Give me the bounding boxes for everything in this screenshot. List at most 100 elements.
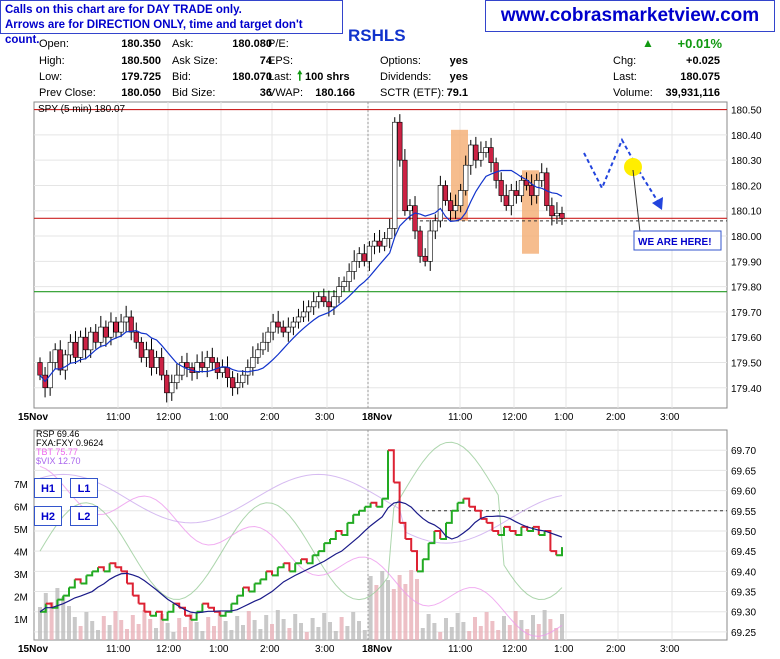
candle-body <box>427 230 433 262</box>
time-tick-label-lower: 15Nov <box>18 644 48 655</box>
dividends-value: yes <box>449 71 468 83</box>
volume-bar <box>287 628 292 640</box>
volume-bar <box>496 630 501 640</box>
rsp-tick-label: 69.40 <box>731 567 756 578</box>
volume-bar <box>362 630 367 640</box>
last-shares-value: 100 shrs <box>305 71 350 83</box>
volume-bar <box>316 627 321 640</box>
chart-symbol: RSHLS <box>348 26 406 45</box>
volume-bar <box>125 629 129 640</box>
candle-body <box>376 240 383 247</box>
price-tick-label: 179.50 <box>731 358 762 369</box>
volume-tick-label: 1M <box>14 615 28 626</box>
price-legend: SPY (5 min) 180.07 <box>38 104 126 115</box>
vix-legend: $VIX 12.70 <box>36 456 81 466</box>
volume-bar <box>507 625 512 640</box>
open-label: Open: <box>39 38 69 50</box>
volume-tick-label: 7M <box>14 480 28 491</box>
volume-bar <box>426 614 431 640</box>
candle-body <box>351 261 357 272</box>
price-tick-label: 180.30 <box>731 156 762 167</box>
candle-body <box>285 326 291 333</box>
candle-body <box>113 321 119 333</box>
candle-body <box>503 195 509 206</box>
candle-body <box>108 321 114 338</box>
volume-bar <box>310 618 315 640</box>
time-tick-label: 1:00 <box>554 412 574 423</box>
time-tick-label-lower: 11:00 <box>448 644 473 655</box>
options-value: yes <box>449 55 468 67</box>
volume-bar <box>461 622 466 640</box>
volume-tick-label: 3M <box>14 570 28 581</box>
candle-body <box>57 349 63 371</box>
volume-bar <box>351 612 356 640</box>
candle-body <box>295 316 302 323</box>
time-tick-label-lower: 18Nov <box>362 644 392 655</box>
candle-body <box>422 255 428 262</box>
volume-bar <box>67 606 71 640</box>
sctr-label: SCTR (ETF): <box>380 87 445 99</box>
time-tick-label-lower: 1:00 <box>554 644 574 655</box>
candle-body <box>468 144 474 166</box>
volume-bar <box>467 631 472 640</box>
candle-body <box>169 382 175 394</box>
volume-bar <box>235 616 240 640</box>
candle-body <box>559 212 565 219</box>
rsp-tick-label: 69.30 <box>731 608 756 619</box>
time-tick-label: 18Nov <box>362 412 392 423</box>
change-percent: +0.01% <box>677 36 722 51</box>
price-tick-label: 179.90 <box>731 257 762 268</box>
time-tick-label: 11:00 <box>106 412 131 423</box>
candle-body <box>128 316 134 333</box>
volume-bar <box>328 622 332 640</box>
price-tick-label: 180.40 <box>731 131 762 142</box>
time-tick-label: 12:00 <box>502 412 527 423</box>
volume-bar <box>339 617 344 640</box>
candle-body <box>138 341 144 358</box>
rsp-tick-label: 69.35 <box>731 588 756 599</box>
candle-body <box>437 185 443 222</box>
candle-body <box>77 336 84 358</box>
volume-bar <box>206 617 211 640</box>
candle-body <box>67 341 74 356</box>
volume-bar <box>136 624 141 640</box>
time-tick-label-lower: 3:00 <box>660 644 680 655</box>
volume-bar <box>490 621 495 640</box>
candle-body <box>397 121 403 161</box>
volume-bar <box>194 622 199 640</box>
candle-body <box>153 357 160 368</box>
volume-tick-label: 6M <box>14 503 28 514</box>
box-label-h2: H2 <box>34 506 62 526</box>
candle-body <box>382 238 388 247</box>
candle-body <box>240 374 246 384</box>
candle-body <box>387 228 393 239</box>
sctr-value: 79.1 <box>446 87 468 99</box>
volume-bar <box>165 623 170 640</box>
volume-bar <box>484 612 489 640</box>
rsp-tick-label: 69.25 <box>731 628 756 639</box>
candle-body <box>392 121 398 229</box>
volume-bar <box>252 620 257 640</box>
last-price-label: Last: <box>613 71 637 83</box>
candle-body <box>255 349 261 358</box>
candle-body <box>159 357 165 376</box>
candle-body <box>483 147 489 153</box>
notice-line-1: Calls on this chart are for DAY TRADE on… <box>5 4 242 16</box>
candle-body <box>311 301 317 308</box>
candle-body <box>316 296 322 303</box>
volume-bar <box>293 614 298 640</box>
candle-body <box>473 144 479 161</box>
volume-bar <box>101 616 106 640</box>
candle-body <box>88 331 94 351</box>
candle-body <box>204 357 210 368</box>
candle-body <box>235 382 241 389</box>
candle-body <box>250 357 256 368</box>
volume-bar <box>432 623 437 640</box>
time-tick-label: 3:00 <box>660 412 680 423</box>
website-banner[interactable]: www.cobrasmarketview.com <box>485 0 775 32</box>
volume-bar <box>171 632 176 640</box>
candle-body <box>260 341 266 351</box>
candle-body <box>93 331 99 343</box>
candle-body <box>528 185 535 196</box>
volume-bar <box>113 611 118 640</box>
